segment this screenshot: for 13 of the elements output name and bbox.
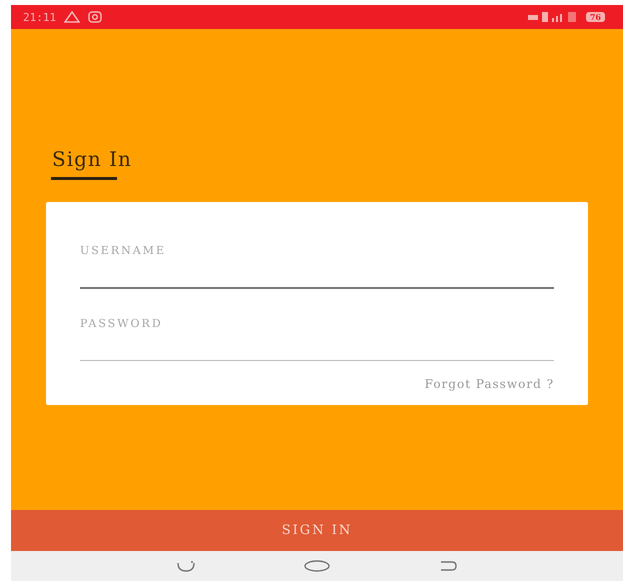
forgot-password-link[interactable]: Forgot Password ? — [424, 377, 554, 391]
signal-icon — [528, 11, 578, 23]
camera-icon — [88, 11, 102, 23]
username-field[interactable]: USERNAME — [80, 238, 554, 289]
status-time: 21:11 — [23, 10, 56, 24]
warning-icon — [64, 11, 80, 23]
page-title: Sign In — [52, 147, 133, 171]
sign-in-button[interactable]: SIGN IN — [11, 510, 623, 551]
title-underline — [51, 177, 117, 180]
battery-level: 76 — [586, 12, 605, 22]
home-icon[interactable] — [304, 560, 330, 572]
back-icon[interactable] — [174, 560, 197, 572]
password-field[interactable]: PASSWORD — [80, 311, 554, 361]
